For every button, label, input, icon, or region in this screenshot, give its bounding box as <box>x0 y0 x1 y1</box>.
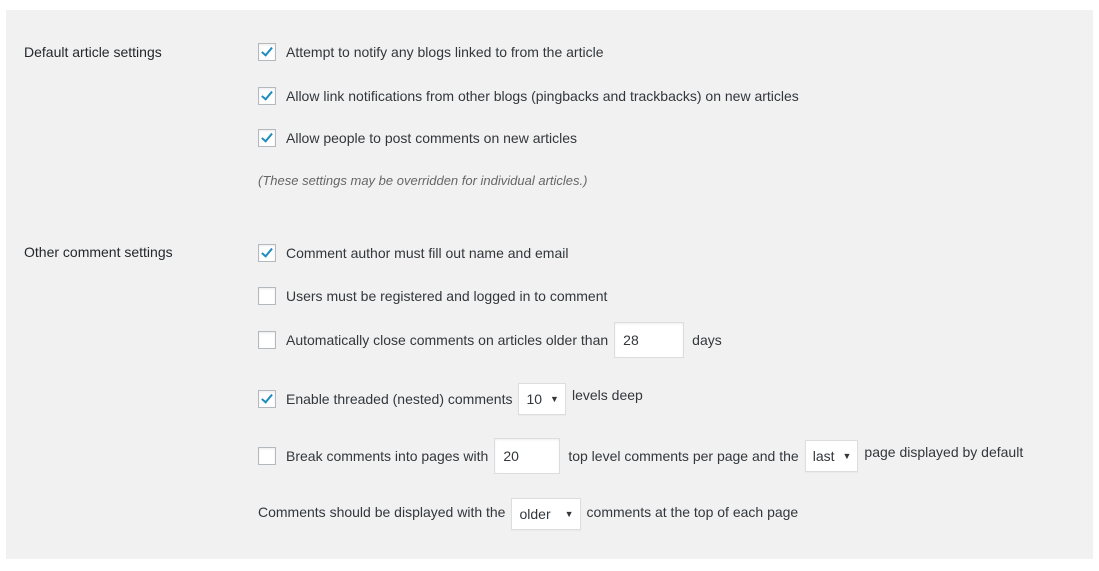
dropdown-arrow-icon: ▼ <box>564 509 574 519</box>
comment-order-select[interactable]: older ▼ <box>511 498 581 530</box>
section-label-other-comment: Other comment settings <box>24 244 173 260</box>
checkbox-paginate-comments[interactable] <box>258 447 276 465</box>
option-close-comments: Automatically close comments on articles… <box>258 322 722 358</box>
comment-order-value: older <box>519 506 551 522</box>
checkbox-close-comments[interactable] <box>258 331 276 349</box>
dropdown-arrow-icon: ▼ <box>842 451 852 461</box>
option-paginate-comments: Break comments into pages with 20 top le… <box>258 438 1023 474</box>
comments-per-page-input[interactable]: 20 <box>494 438 561 474</box>
option-registration-required-label: Users must be registered and logged in t… <box>286 288 608 304</box>
option-require-name-email-label: Comment author must fill out name and em… <box>286 245 569 261</box>
checkbox-allow-pingbacks[interactable] <box>258 87 276 105</box>
option-allow-comments[interactable]: Allow people to post comments on new art… <box>258 129 577 147</box>
option-require-name-email[interactable]: Comment author must fill out name and em… <box>258 244 568 262</box>
levels-deep-label: levels deep <box>571 387 643 403</box>
checkbox-notify-blogs[interactable] <box>258 43 276 61</box>
threaded-comments-label: Enable threaded (nested) comments <box>286 391 513 407</box>
option-comment-order: Comments should be displayed with the ol… <box>258 498 798 530</box>
paginate-after-label: page displayed by default <box>864 444 1024 460</box>
option-allow-pingbacks[interactable]: Allow link notifications from other blog… <box>258 87 799 105</box>
close-comments-days-label: days <box>692 332 722 348</box>
checkbox-threaded-comments[interactable] <box>258 390 276 408</box>
default-page-value: last <box>812 448 835 464</box>
checkbox-allow-comments[interactable] <box>258 129 276 147</box>
close-comments-days-input[interactable]: 28 <box>614 322 685 358</box>
dropdown-arrow-icon: ▼ <box>550 394 559 404</box>
section-label-default-article: Default article settings <box>24 44 162 60</box>
close-comments-label: Automatically close comments on articles… <box>286 332 609 348</box>
comment-order-label: Comments should be displayed with the <box>258 504 506 520</box>
thread-depth-value: 10 <box>526 391 543 407</box>
paginate-label: Break comments into pages with <box>286 448 489 464</box>
option-allow-comments-label: Allow people to post comments on new art… <box>286 130 578 146</box>
override-note: (These settings may be overridden for in… <box>258 173 588 188</box>
settings-panel: Default article settings Attempt to noti… <box>6 10 1093 559</box>
paginate-middle-label: top level comments per page and the <box>568 448 799 464</box>
option-notify-blogs[interactable]: Attempt to notify any blogs linked to fr… <box>258 43 604 61</box>
option-threaded-comments: Enable threaded (nested) comments 10 ▼ l… <box>258 383 643 415</box>
comment-order-after-label: comments at the top of each page <box>586 504 799 520</box>
checkbox-require-name-email[interactable] <box>258 244 276 262</box>
option-registration-required[interactable]: Users must be registered and logged in t… <box>258 287 607 305</box>
checkbox-registration-required[interactable] <box>258 287 276 305</box>
default-page-select[interactable]: last ▼ <box>804 440 859 472</box>
thread-depth-select[interactable]: 10 ▼ <box>518 383 566 415</box>
option-allow-pingbacks-label: Allow link notifications from other blog… <box>286 88 799 104</box>
option-notify-blogs-label: Attempt to notify any blogs linked to fr… <box>286 44 604 60</box>
